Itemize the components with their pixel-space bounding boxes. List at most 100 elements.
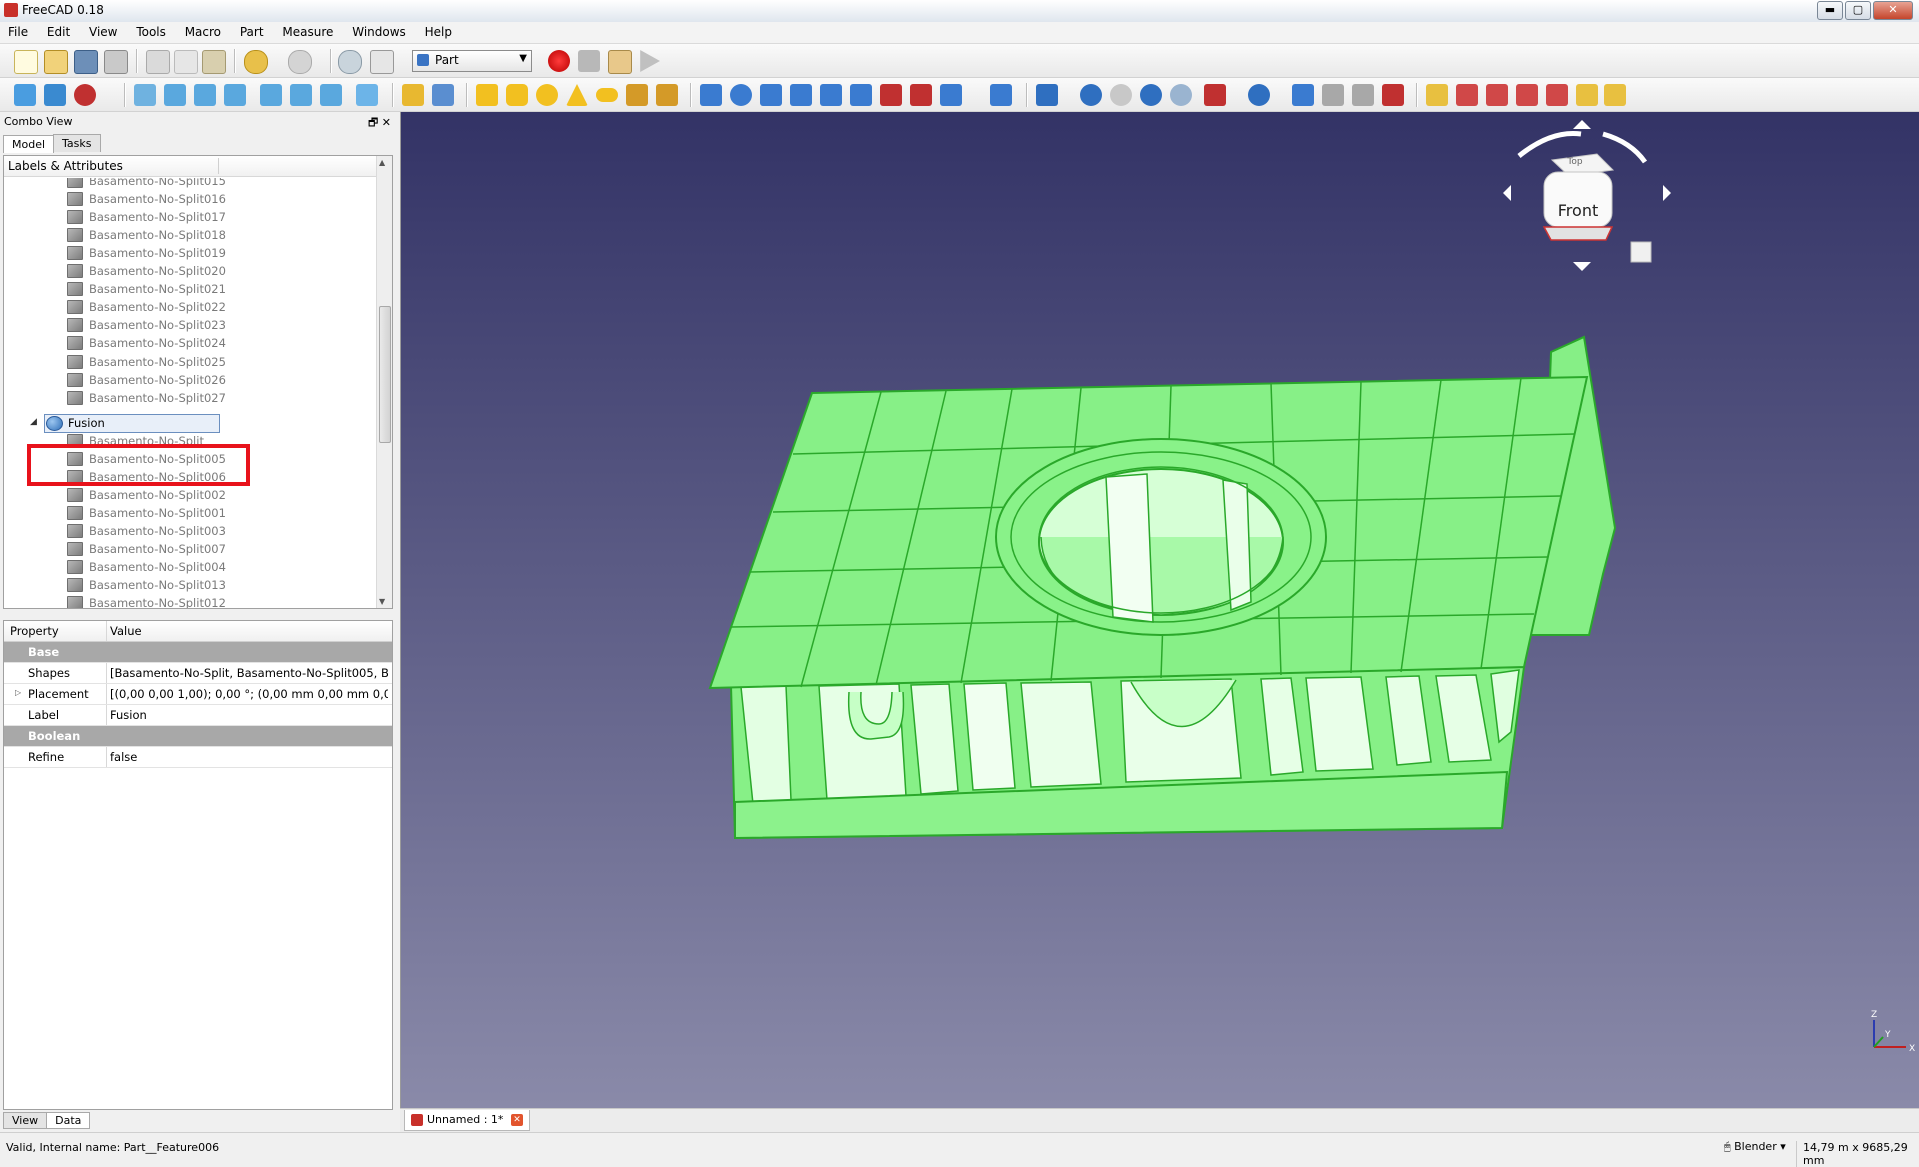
toggle-delta-icon[interactable]	[1604, 84, 1626, 106]
tree-item[interactable]: Basamento-No-Split019	[4, 244, 376, 262]
tree-item[interactable]: Basamento-No-Split022	[4, 298, 376, 316]
tree-item[interactable]: Basamento-No-Split012	[4, 594, 376, 608]
extrude-icon[interactable]	[700, 84, 722, 106]
right-view-icon[interactable]	[224, 84, 246, 106]
tree-item[interactable]: Basamento-No-Split021	[4, 280, 376, 298]
record-macro-icon[interactable]	[548, 50, 570, 72]
tab-tasks[interactable]: Tasks	[53, 134, 101, 152]
property-group-base[interactable]: Base	[4, 642, 392, 663]
tree-item[interactable]: Basamento-No-Split018	[4, 226, 376, 244]
cube-icon[interactable]	[476, 84, 498, 106]
fit-all-icon[interactable]	[14, 84, 36, 106]
scroll-up-icon[interactable]: ▲	[379, 158, 385, 167]
save-icon[interactable]	[74, 50, 98, 74]
tree-item[interactable]: Basamento-No-Split003	[4, 522, 376, 540]
workbench-selector[interactable]: Part ▼	[412, 50, 532, 72]
left-view-icon[interactable]	[320, 84, 342, 106]
print-icon[interactable]	[104, 50, 128, 74]
tab-model[interactable]: Model	[3, 135, 55, 153]
measure-icon[interactable]	[356, 84, 378, 106]
property-value[interactable]: Fusion	[110, 708, 388, 722]
menu-help[interactable]: Help	[417, 22, 459, 39]
tree-item[interactable]: Basamento-No-Split027	[4, 389, 376, 407]
fuse-icon[interactable]	[1140, 84, 1162, 106]
property-refine[interactable]: Refine false	[4, 747, 392, 768]
make-face-icon[interactable]	[850, 84, 872, 106]
tree-item[interactable]: Basamento-No-Split025	[4, 353, 376, 371]
combo-view-controls[interactable]: 🗗 ✕	[368, 114, 391, 133]
navcube-top-label[interactable]: Top	[1566, 157, 1582, 167]
scroll-down-icon[interactable]: ▼	[379, 597, 385, 606]
navigation-cube[interactable]	[1503, 120, 1671, 271]
copy-icon[interactable]	[174, 50, 198, 74]
tree-item-fusion[interactable]: ◢ Fusion	[4, 414, 376, 433]
menu-view[interactable]: View	[81, 22, 124, 39]
tab-view[interactable]: View	[3, 1112, 48, 1129]
model-tree[interactable]: Labels & Attributes ◢ Fusion Basamento-N…	[3, 155, 393, 609]
toggle-3d-icon[interactable]	[1576, 84, 1598, 106]
ruled-surface-icon[interactable]	[880, 84, 902, 106]
defeaturing-icon[interactable]	[1322, 84, 1344, 106]
scrollbar-thumb[interactable]	[379, 306, 391, 443]
create-part-icon[interactable]	[402, 84, 424, 106]
loft-icon[interactable]	[910, 84, 932, 106]
expand-arrow-icon[interactable]: ▷	[15, 688, 21, 697]
undo-icon[interactable]	[244, 50, 268, 74]
tree-item[interactable]: Basamento-No-Split002	[4, 486, 376, 504]
boolean-icon[interactable]	[1080, 84, 1102, 106]
collapse-arrow-icon[interactable]: ◢	[30, 417, 37, 427]
tree-item[interactable]: Basamento-No-Split007	[4, 540, 376, 558]
stop-macro-icon[interactable]	[578, 50, 600, 72]
toggle-all-icon[interactable]	[1546, 84, 1568, 106]
new-document-icon[interactable]	[14, 50, 38, 74]
property-value[interactable]: [(0,00 0,00 1,00); 0,00 °; (0,00 mm 0,00…	[110, 687, 388, 701]
menu-file[interactable]: File	[0, 22, 35, 39]
tree-item[interactable]: Basamento-No-Split024	[4, 334, 376, 352]
refresh-icon[interactable]	[338, 50, 362, 74]
sweep-icon[interactable]	[940, 84, 962, 106]
maximize-button[interactable]: ▢	[1845, 1, 1871, 20]
fillet-icon[interactable]	[790, 84, 812, 106]
property-value[interactable]: false	[110, 750, 388, 764]
whats-this-icon[interactable]	[370, 50, 394, 74]
primitives-icon[interactable]	[626, 84, 648, 106]
tab-data[interactable]: Data	[46, 1112, 91, 1129]
chamfer-icon[interactable]	[820, 84, 842, 106]
isometric-view-icon[interactable]	[134, 84, 156, 106]
tree-item[interactable]: Basamento-No-Split015	[4, 178, 376, 190]
cone-icon[interactable]	[566, 84, 588, 106]
draw-style-icon[interactable]	[74, 84, 96, 106]
menu-edit[interactable]: Edit	[39, 22, 77, 39]
edit-macro-icon[interactable]	[608, 50, 632, 74]
cut-boolean-icon[interactable]	[1110, 84, 1132, 106]
splitting-tools-icon[interactable]	[1248, 84, 1270, 106]
property-shapes[interactable]: Shapes [Basamento-No-Split, Basamento-No…	[4, 663, 392, 684]
measure-angular-icon[interactable]	[1456, 84, 1478, 106]
3d-viewport[interactable]: Top Front Z X Y	[400, 112, 1919, 1108]
property-value[interactable]: [Basamento-No-Split, Basamento-No-Split0…	[110, 666, 388, 680]
document-tab[interactable]: Unnamed : 1* ✕	[404, 1110, 530, 1131]
property-placement[interactable]: ▷ Placement [(0,00 0,00 1,00); 0,00 °; (…	[4, 684, 392, 705]
cylinder-icon[interactable]	[506, 84, 528, 106]
torus-icon[interactable]	[596, 88, 618, 102]
rear-view-icon[interactable]	[260, 84, 282, 106]
close-tab-icon[interactable]: ✕	[511, 1114, 523, 1126]
menu-part[interactable]: Part	[232, 22, 271, 39]
shape-builder-icon[interactable]	[656, 84, 678, 106]
tree-item[interactable]: Basamento-No-Split004	[4, 558, 376, 576]
front-view-icon[interactable]	[164, 84, 186, 106]
tree-item[interactable]: Basamento-No-Split026	[4, 371, 376, 389]
tree-item[interactable]: Basamento-No-Split017	[4, 208, 376, 226]
sphere-icon[interactable]	[536, 84, 558, 106]
menu-macro[interactable]: Macro	[177, 22, 228, 39]
fit-selection-icon[interactable]	[44, 84, 66, 106]
tree-item[interactable]: Basamento-No-Split016	[4, 190, 376, 208]
tree-item[interactable]: Basamento-No-Split001	[4, 504, 376, 522]
property-group-boolean[interactable]: Boolean	[4, 726, 392, 747]
property-label[interactable]: Label Fusion	[4, 705, 392, 726]
section-icon[interactable]	[1352, 84, 1374, 106]
bottom-view-icon[interactable]	[290, 84, 312, 106]
top-view-icon[interactable]	[194, 84, 216, 106]
measure-linear-icon[interactable]	[1426, 84, 1448, 106]
compound-tools-icon[interactable]	[1036, 84, 1058, 106]
